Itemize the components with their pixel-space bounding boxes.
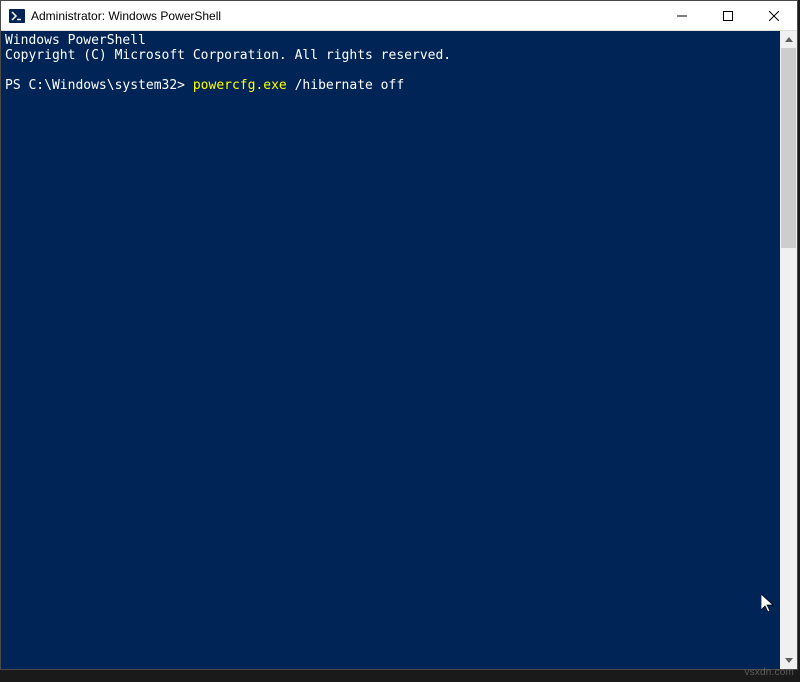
scrollbar-up-button[interactable] <box>780 31 797 48</box>
banner-line-1: Windows PowerShell <box>5 33 793 48</box>
maximize-button[interactable] <box>705 1 751 30</box>
blank-line <box>5 63 793 78</box>
command-arguments: /hibernate off <box>287 78 404 93</box>
command-executable: powercfg.exe <box>193 78 287 93</box>
close-button[interactable] <box>751 1 797 30</box>
terminal-area[interactable]: Windows PowerShell Copyright (C) Microso… <box>1 31 797 669</box>
window-title: Administrator: Windows PowerShell <box>31 9 659 23</box>
prompt-line: PS C:\Windows\system32> powercfg.exe /hi… <box>5 78 793 93</box>
watermark-text: vsxdn.com <box>744 667 794 678</box>
window-controls <box>659 1 797 30</box>
titlebar[interactable]: Administrator: Windows PowerShell <box>1 1 797 31</box>
powershell-icon <box>9 8 25 24</box>
prompt-prefix: PS C:\Windows\system32> <box>5 78 193 93</box>
powershell-window: Administrator: Windows PowerShell Window… <box>0 0 798 670</box>
vertical-scrollbar[interactable] <box>780 31 797 669</box>
scrollbar-thumb[interactable] <box>781 48 796 248</box>
minimize-button[interactable] <box>659 1 705 30</box>
banner-line-2: Copyright (C) Microsoft Corporation. All… <box>5 48 793 63</box>
